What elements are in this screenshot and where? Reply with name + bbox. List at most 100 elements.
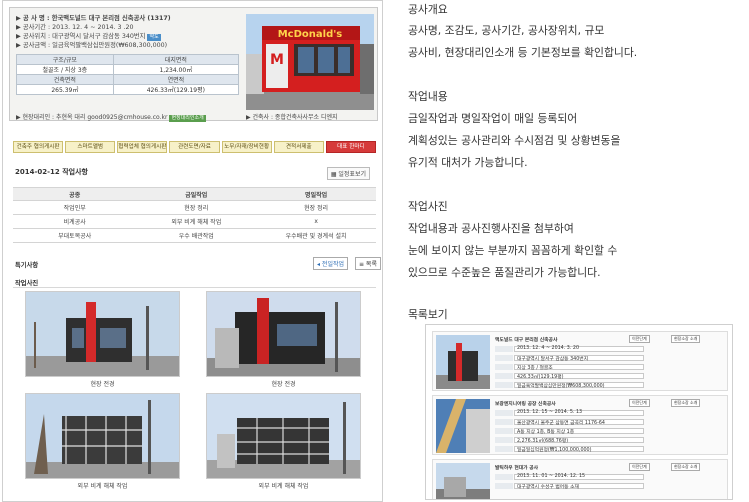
list-item-title: 보광엔지니어링 공장 신축공사 [495,402,556,407]
spec-value: 265.39㎡ [16,84,114,95]
work-table: 공종 금일작업 명일작업 작업인부 현장 정리 현장 정리 비계공사 외부 비계… [13,187,376,243]
photo-caption: 외부 비계 해체 작업 [77,483,128,490]
site-manager: ▶ 현장대리인 : 추현옥 대리 good0925@cmhouse.co.kr [16,114,168,121]
section-title-work: 작업내용 [408,90,448,103]
work-header: 공종 [13,187,137,201]
field-label [495,437,513,443]
work-header: 명일작업 [256,187,376,201]
tab-drawings[interactable]: 관련도면/자료 [169,141,220,153]
list-preview: 맥도널드 대구 본리점 신축공사 이전단계 현장소장 소개 2013. 12. … [425,324,733,500]
svg-text:M: M [270,52,284,68]
tab-owner-board[interactable]: 건축주 협의게시판 [13,141,64,153]
work-photo[interactable] [206,291,361,377]
work-photo[interactable] [206,393,361,479]
overview-text: 공사명, 조감도, 공사기간, 공사장위치, 규모 [408,24,605,37]
menu-tabs: 건축주 협의게시판 스마트앨범 협력업체 협의게시판 관련도면/자료 노무/자재… [13,141,376,153]
svg-text:McDonald's: McDonald's [278,29,343,40]
previous-step-button[interactable]: 이전단계 [629,335,650,343]
spec-header: 대지면적 [112,54,240,65]
list-item[interactable]: 발틱하우 현대가 공사 이전단계 현장소장 소개 2013. 11. 01 ~ … [432,459,728,499]
spec-header: 연면적 [112,74,240,85]
field-label [495,382,513,388]
table-row: 비계공사 외부 비계 해체 작업 x [13,214,376,229]
previous-work-button[interactable]: ◂ 전일작업 [313,257,348,270]
list-item-value: 일금일십억원정(₩1,100,000,000) [517,448,592,453]
work-text: 유기적 대처가 가능합니다. [408,156,528,169]
field-label [495,355,513,361]
photos-text: 작업내용과 공사진행사진을 첨부하여 [408,222,574,235]
work-photo[interactable] [25,393,180,479]
notes-label: 특기사항 [15,262,39,269]
photo-caption: 현장 전경 [90,381,115,388]
list-item-value: 2013. 12. 15 ~ 2014. 5. 13 [517,410,583,415]
manager-intro-button[interactable]: 현장소장 소개 [671,399,701,407]
previous-step-button[interactable]: 이전단계 [629,463,650,471]
project-period: ▶ 공사기간 : 2013. 12. 4 ~ 2014. 3 .20 [16,24,134,31]
tab-labor-material[interactable]: 노무/자재/장비현황 [221,141,272,153]
list-item-value: A동 지상 1층, B동 지상 1층 [517,430,575,435]
field-label [495,428,513,434]
field-label [495,419,513,425]
section-title-photos: 작업사진 [408,200,448,213]
work-cell: 우수배관 및 경계석 설치 [256,228,376,243]
project-location: ▶ 공사위치 : 대구광역시 달서구 감삼동 340번지 [16,33,146,40]
work-cell: 현장 정리 [256,200,376,215]
work-cell: 비계공사 [13,214,137,229]
work-text: 금일작업과 명일작업이 매일 등록되어 [408,112,578,125]
list-item-value: 2,276.31㎡(688.76평) [517,439,569,444]
project-panel: ▶ 공 사 명 : 한국맥도널드 대구 본리점 신축공사 (1317) ▶ 공사… [2,0,383,502]
section-title-overview: 공사개요 [408,3,448,16]
field-label [495,364,513,370]
list-item-value: 2013. 11. 01 ~ 2014. 12. 15 [517,474,586,479]
spec-value: 1,234.00㎡ [112,64,240,75]
list-item-value: 대구광역시 수성구 범어동 소재 [517,485,579,490]
photos-text: 눈에 보이지 않는 부분까지 꼼꼼하게 확인할 수 [408,244,618,257]
photos-label: 작업사진 [15,280,39,287]
work-cell: 부대토목공사 [13,228,137,243]
table-row: 부대토목공사 우수 배관작업 우수배관 및 경계석 설치 [13,228,376,243]
photos-text: 있으므로 수준높은 품질관리가 가능합니다. [408,266,601,279]
work-text: 계획성있는 공사관리와 수시점검 및 상황변동을 [408,134,621,147]
work-cell: 현장 정리 [136,200,257,215]
list-item-value: 426.33㎡(129.19평) [517,375,564,380]
list-item-title: 발틱하우 현대가 공사 [495,466,539,471]
previous-step-button[interactable]: 이전단계 [629,399,650,407]
field-label [495,410,513,416]
overview-text: 공사비, 현장대리인소개 등 기본정보를 확인합니다. [408,46,638,59]
architect: ▶ 건축사 : 종합건축사사무소 디엔지 [246,114,338,121]
spec-header: 구조/규모 [16,54,114,65]
spec-table: 구조/규모 대지면적 철골조 / 지상 3층 1,234.00㎡ 건축면적 연면적 2… [16,54,240,95]
tab-estimate[interactable]: 견적서제출 [273,141,324,153]
project-amount: ▶ 공사금액 : 일금육억팔백삼십만원정(₩608,300,000) [16,42,168,49]
field-label [495,346,513,352]
manager-intro-button[interactable]: 현장소장 소개 [671,335,701,343]
section-title-list: 목록보기 [408,308,448,321]
list-item[interactable]: 맥도널드 대구 본리점 신축공사 이전단계 현장소장 소개 2013. 12. … [432,331,728,391]
list-button[interactable]: ≡ 목록 [355,257,381,270]
tab-ceo-message[interactable]: 대표 한마디 [325,141,376,153]
spec-value: 철골조 / 지상 3층 [16,64,114,75]
photo-caption: 외부 비계 해체 작업 [258,483,309,490]
spec-header: 건축면적 [16,74,114,85]
tab-partner-board[interactable]: 협력업체 협의게시판 [117,141,168,153]
project-header: ▶ 공 사 명 : 한국맥도널드 대구 본리점 신축공사 (1317) ▶ 공사… [9,7,378,122]
site-manager-row: ▶ 현장대리인 : 추현옥 대리 good0925@cmhouse.co.kr 현… [16,112,206,122]
list-item-value: 지상 3층 / 철골조 [517,366,553,371]
list-item-value: 일금육억팔백삼십만원정(₩608,300,000) [517,384,605,389]
work-date: 2014-02-12 작업사항 [15,168,88,176]
work-photo[interactable] [25,291,180,377]
project-location-row: ▶ 공사위치 : 대구광역시 달서구 감삼동 340번지 약도 [16,32,240,41]
map-button[interactable]: 약도 [147,34,161,41]
manager-intro-button[interactable]: 현장소장 소개 [671,463,701,471]
list-item[interactable]: 보광엔지니어링 공장 신축공사 이전단계 현장소장 소개 2013. 12. 1… [432,395,728,455]
table-row: 작업인부 현장 정리 현장 정리 [13,200,376,215]
manager-intro-button[interactable]: 현장대리인소개 [169,115,206,122]
spec-value: 426.33㎡(129.19평) [112,84,240,95]
list-item-title: 맥도널드 대구 본리점 신축공사 [495,338,558,343]
project-info: ▶ 공 사 명 : 한국맥도널드 대구 본리점 신축공사 (1317) ▶ 공사… [16,14,240,95]
tab-smart-album[interactable]: 스마트앨범 [65,141,116,153]
list-item-value: 울산광역시 울주군 삼동면 금곡리 1176-64 [517,421,605,426]
work-cell: 외부 비계 해체 작업 [136,214,257,229]
project-name: ▶ 공 사 명 : 한국맥도널드 대구 본리점 신축공사 (1317) [16,15,171,22]
schedule-button[interactable]: ▦ 일정표보기 [326,167,370,180]
